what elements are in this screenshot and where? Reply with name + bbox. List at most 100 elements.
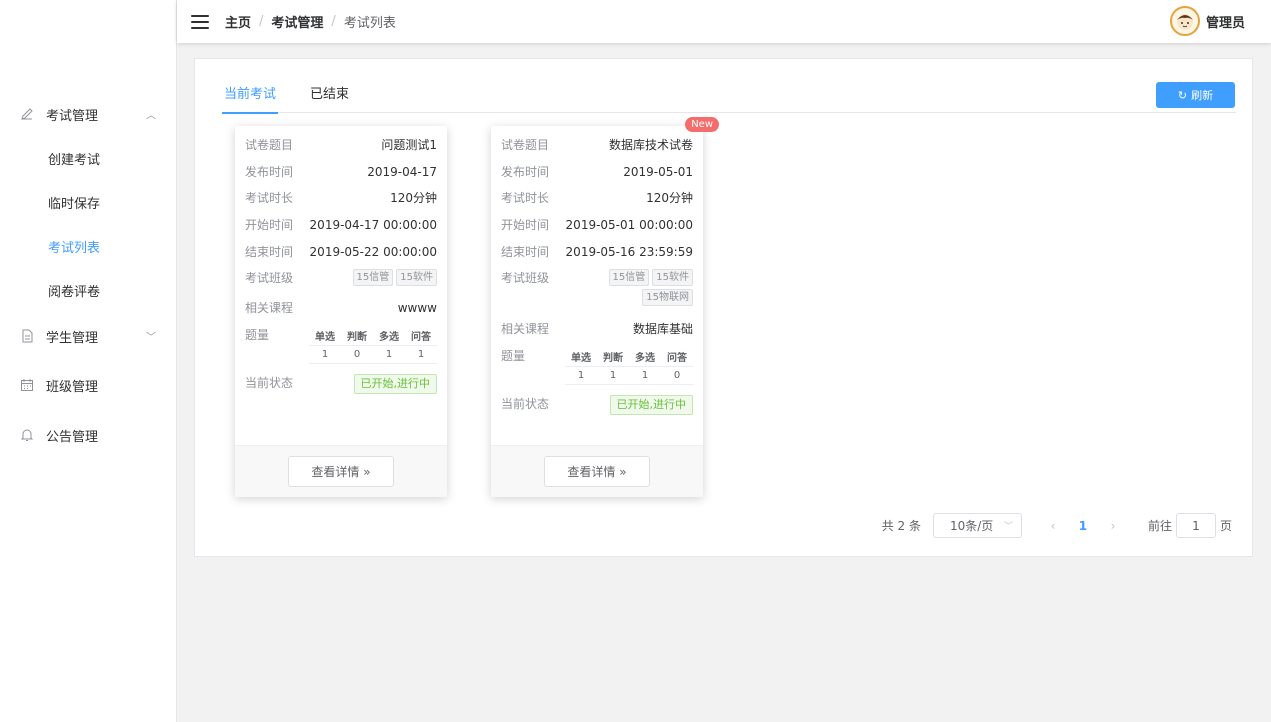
class-tag: 15软件 xyxy=(652,269,693,287)
field-label: 发布时间 xyxy=(501,164,550,179)
breadcrumb: 主页 / 考试管理 / 考试列表 xyxy=(225,12,396,31)
view-details-button[interactable]: 查看详情 » xyxy=(288,456,394,487)
field-label: 相关课程 xyxy=(245,301,294,316)
sidebar-menu: 考试管理 ︿ 创建考试 临时保存 考试列表 阅卷评卷 学生管理 ﹀ 班级管理 公… xyxy=(0,96,176,453)
publish-date: 2019-05-01 xyxy=(623,164,693,179)
breadcrumb-separator: / xyxy=(331,14,336,29)
field-label: 结束时间 xyxy=(245,244,294,259)
exam-title-row: 试卷题目 数据库技术试卷 xyxy=(501,136,693,163)
publish-time-row: 发布时间 2019-04-17 xyxy=(245,163,437,190)
duration-row: 考试时长 120分钟 xyxy=(501,189,693,216)
class-tag: 15物联网 xyxy=(642,289,693,307)
table-cell: 1 xyxy=(597,366,629,386)
class-tags: 15信管 15软件 15物联网 xyxy=(598,269,693,307)
exam-title-row: 试卷题目 问题测试1 xyxy=(245,136,437,163)
question-count-table: 单选 判断 多选 问答 1 0 1 1 xyxy=(309,326,437,365)
sidebar-item-class-management[interactable]: 班级管理 xyxy=(0,367,176,403)
breadcrumb-exam-management[interactable]: 考试管理 xyxy=(271,12,323,31)
start-time: 2019-04-17 00:00:00 xyxy=(309,218,437,233)
field-label: 考试时长 xyxy=(245,191,294,206)
sidebar-subitem-create-exam[interactable]: 创建考试 xyxy=(0,136,176,180)
duration-row: 考试时长 120分钟 xyxy=(245,189,437,216)
field-label: 考试时长 xyxy=(501,191,550,206)
tab-current-exams[interactable]: 当前考试 xyxy=(222,81,279,114)
table-cell: 1 xyxy=(629,366,661,386)
chevron-down-icon: ﹀ xyxy=(146,332,156,344)
refresh-icon: ↻ xyxy=(1177,88,1188,102)
sidebar-item-student-management[interactable]: 学生管理 ﹀ xyxy=(0,318,176,354)
exam-title: 问题测试1 xyxy=(381,138,437,152)
class-tag: 15软件 xyxy=(396,269,437,287)
table-header: 单选 xyxy=(309,326,341,347)
tab-ended-exams[interactable]: 已结束 xyxy=(308,81,351,113)
avatar[interactable] xyxy=(1169,6,1200,36)
pencil-icon xyxy=(20,107,34,121)
end-time-row: 结束时间 2019-05-22 00:00:00 xyxy=(245,243,437,270)
sidebar-item-notice-management[interactable]: 公告管理 xyxy=(0,417,176,453)
question-count-table: 单选 判断 多选 问答 1 1 1 0 xyxy=(565,347,693,386)
field-label: 试卷题目 xyxy=(245,138,294,152)
prev-page-button[interactable]: ‹ xyxy=(1038,519,1068,533)
page-size-value: 10条/页 xyxy=(949,519,994,533)
table-header: 问答 xyxy=(405,326,437,347)
hamburger-menu-icon[interactable] xyxy=(191,14,209,29)
field-label: 当前状态 xyxy=(501,397,550,412)
next-page-button[interactable]: › xyxy=(1098,519,1128,533)
exam-title: 数据库技术试卷 xyxy=(608,138,693,152)
breadcrumb-current: 考试列表 xyxy=(343,16,396,31)
sidebar-subitem-grading[interactable]: 阅卷评卷 xyxy=(0,268,176,312)
pagination: 共 2 条 10条/页 ﹀ ‹ 1 › 前往 页 xyxy=(882,513,1232,538)
user-name: 管理员 xyxy=(1205,15,1245,31)
start-time-row: 开始时间 2019-05-01 00:00:00 xyxy=(501,216,693,243)
duration: 120分钟 xyxy=(390,191,437,206)
classes-row: 考试班级 15信管 15软件 xyxy=(245,269,437,299)
table-cell: 0 xyxy=(661,366,693,386)
refresh-button[interactable]: ↻ 刷新 xyxy=(1156,82,1235,108)
class-tag: 15信管 xyxy=(352,269,394,287)
page-jumper: 前往 页 xyxy=(1148,513,1232,538)
breadcrumb-home[interactable]: 主页 xyxy=(225,12,251,31)
field-label: 题量 xyxy=(501,349,526,364)
table-cell: 1 xyxy=(309,345,341,365)
course-row: 相关课程 wwww xyxy=(245,299,437,326)
chevron-up-icon: ︿ xyxy=(146,110,156,122)
table-header: 判断 xyxy=(341,326,373,347)
course: wwww xyxy=(397,301,437,316)
top-header: 主页 / 考试管理 / 考试列表 管理员 xyxy=(177,0,1271,43)
start-time-row: 开始时间 2019-04-17 00:00:00 xyxy=(245,216,437,243)
sidebar-item-label: 学生管理 xyxy=(46,330,99,346)
publish-time-row: 发布时间 2019-05-01 xyxy=(501,163,693,190)
field-label: 开始时间 xyxy=(245,218,294,233)
field-label: 开始时间 xyxy=(501,218,550,233)
calendar-icon xyxy=(20,378,34,392)
field-label: 结束时间 xyxy=(501,244,550,259)
user-menu[interactable]: 管理员 xyxy=(1169,6,1245,36)
table-header: 问答 xyxy=(661,347,693,368)
tab-bar: 当前考试 已结束 xyxy=(222,81,1236,114)
question-count-row: 题量 单选 判断 多选 问答 1 1 1 0 xyxy=(501,347,693,395)
exam-card: 试卷题目 问题测试1 发布时间 2019-04-17 考试时长 120分钟 开始… xyxy=(235,126,447,497)
class-tag: 15信管 xyxy=(608,269,650,287)
field-label: 发布时间 xyxy=(245,164,294,179)
page-number[interactable]: 1 xyxy=(1068,519,1098,533)
end-time: 2019-05-16 23:59:59 xyxy=(565,244,693,259)
table-header: 判断 xyxy=(597,347,629,368)
sidebar-item-exam-management[interactable]: 考试管理 ︿ xyxy=(0,96,176,132)
table-header: 多选 xyxy=(629,347,661,368)
new-badge: New xyxy=(685,117,719,132)
page-size-select[interactable]: 10条/页 ﹀ xyxy=(932,513,1022,538)
table-header: 多选 xyxy=(373,326,405,347)
sidebar-subitem-exam-list[interactable]: 考试列表 xyxy=(0,224,176,268)
class-tags: 15信管 15软件 xyxy=(352,269,437,287)
field-label: 题量 xyxy=(245,328,270,343)
goto-page-input[interactable] xyxy=(1175,513,1216,538)
start-time: 2019-05-01 00:00:00 xyxy=(565,218,693,233)
view-details-button[interactable]: 查看详情 » xyxy=(544,456,650,487)
sidebar-subitem-temp-save[interactable]: 临时保存 xyxy=(0,180,176,224)
question-count-row: 题量 单选 判断 多选 问答 1 0 1 1 xyxy=(245,326,437,374)
sidebar-item-label: 公告管理 xyxy=(46,429,99,445)
duration: 120分钟 xyxy=(646,191,693,206)
card-footer: 查看详情 » xyxy=(491,445,703,497)
publish-date: 2019-04-17 xyxy=(367,164,437,179)
status-badge: 已开始,进行中 xyxy=(353,374,437,395)
